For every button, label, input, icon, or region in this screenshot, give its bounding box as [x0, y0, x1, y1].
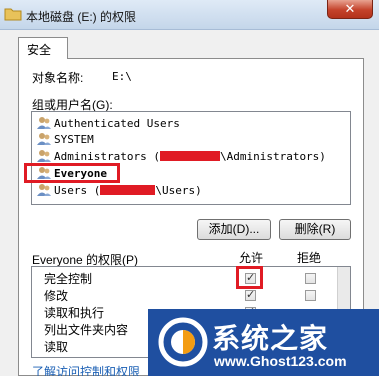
folder-icon: [4, 8, 22, 21]
add-button[interactable]: 添加(D)...: [197, 219, 271, 240]
permission-row-read-execute: 读取和执行: [44, 306, 105, 320]
users-icon: [37, 117, 51, 129]
object-name-value: E:\: [112, 70, 132, 83]
redaction-mark: [100, 185, 156, 195]
close-button[interactable]: ✕: [327, 0, 373, 19]
watermark-logo-icon: [158, 317, 208, 367]
close-icon: ✕: [344, 1, 356, 16]
allow-header: 允许: [239, 251, 264, 265]
permission-row-read: 读取: [44, 340, 69, 354]
watermark-title: 系统之家: [212, 322, 329, 355]
allow-checkbox-modify[interactable]: [245, 288, 256, 301]
list-item[interactable]: Authenticated Users: [37, 116, 180, 132]
access-control-help-link[interactable]: 了解访问控制和权限: [32, 363, 140, 376]
window-title: 本地磁盘 (E:) 的权限: [26, 10, 136, 24]
redaction-mark: [159, 151, 220, 161]
tab-security[interactable]: 安全: [18, 37, 68, 59]
watermark: 系统之家 www.Ghost123.com: [148, 309, 379, 376]
permission-row-list-folder: 列出文件夹内容: [44, 323, 129, 337]
users-icon: [37, 150, 51, 162]
group-user-list[interactable]: Authenticated Users SYSTEM Administrator…: [31, 111, 351, 205]
users-icon: [37, 184, 51, 196]
list-item[interactable]: Users (\Users): [37, 183, 202, 199]
permission-row-full-control: 完全控制: [44, 272, 93, 286]
deny-checkbox-full-control[interactable]: [305, 273, 316, 284]
remove-button[interactable]: 删除(R): [279, 219, 351, 240]
title-bar: 本地磁盘 (E:) 的权限 ✕: [0, 0, 379, 30]
everyone-highlight: [24, 163, 120, 183]
tab-security-label: 安全: [27, 43, 52, 57]
watermark-url: www.Ghost123.com: [214, 353, 347, 369]
deny-header: 拒绝: [297, 251, 322, 265]
object-name-label: 对象名称:: [32, 71, 84, 85]
full-control-allow-highlight: [236, 266, 263, 289]
deny-checkbox-modify[interactable]: [305, 290, 316, 301]
users-icon: [37, 133, 51, 145]
list-item[interactable]: SYSTEM: [37, 132, 94, 148]
permission-row-modify: 修改: [44, 289, 69, 303]
